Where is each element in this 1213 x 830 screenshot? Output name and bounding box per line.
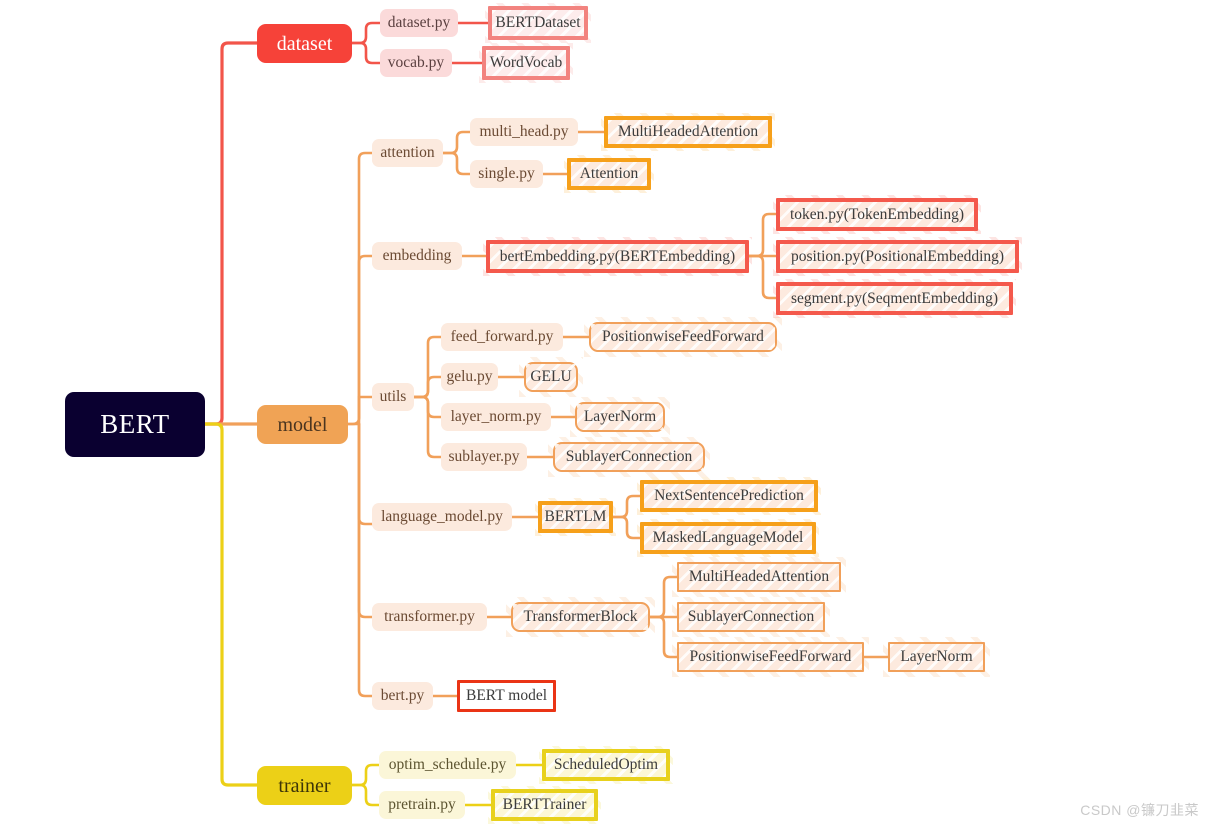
leaf-node-sublayerconnection-utils[interactable]: SublayerConnection xyxy=(548,437,710,477)
leaf-label: LayerNorm xyxy=(900,648,973,666)
mindmap-canvas: BERT dataset dataset.py BERTDataset voca… xyxy=(0,0,1213,830)
leaf-label: NextSentencePrediction xyxy=(654,487,804,505)
file-node-transformer-py[interactable]: transformer.py xyxy=(372,603,487,631)
file-label: multi_head.py xyxy=(479,123,569,141)
leaf-node-berttrainer[interactable]: BERTTrainer xyxy=(488,786,601,824)
leaf-node-gelu[interactable]: GELU xyxy=(519,357,583,397)
file-node-multi-head-py[interactable]: multi_head.py xyxy=(470,118,578,146)
leaf-node-segment-embedding[interactable]: segment.py(SeqmentEmbedding) xyxy=(773,279,1016,318)
group-label: attention xyxy=(380,144,435,162)
leaf-node-nextsentenceprediction[interactable]: NextSentencePrediction xyxy=(637,477,821,515)
leaf-node-wordvocab[interactable]: WordVocab xyxy=(479,43,573,83)
file-label: sublayer.py xyxy=(448,448,520,466)
file-node-language-model-py[interactable]: language_model.py xyxy=(372,503,512,531)
leaf-label: bertEmbedding.py(BERTEmbedding) xyxy=(499,247,736,265)
leaf-label: MultiHeadedAttention xyxy=(688,568,830,586)
leaf-label: BERTLM xyxy=(544,508,607,526)
file-node-layer-norm-py[interactable]: layer_norm.py xyxy=(441,403,551,431)
file-label: dataset.py xyxy=(387,14,451,32)
leaf-node-token-embedding[interactable]: token.py(TokenEmbedding) xyxy=(773,195,981,234)
file-label: pretrain.py xyxy=(388,796,456,814)
group-node-attention[interactable]: attention xyxy=(372,139,443,167)
branch-node-trainer[interactable]: trainer xyxy=(257,766,352,805)
leaf-node-bertembedding-py[interactable]: bertEmbedding.py(BERTEmbedding) xyxy=(483,237,752,276)
file-node-optim-schedule-py[interactable]: optim_schedule.py xyxy=(379,751,516,779)
leaf-node-layernorm-utils[interactable]: LayerNorm xyxy=(570,397,670,437)
leaf-node-positionwisefeedforward-utils[interactable]: PositionwiseFeedForward xyxy=(584,317,782,357)
leaf-node-sublayerconnection-transformer[interactable]: SublayerConnection xyxy=(672,597,830,637)
leaf-node-transformerblock[interactable]: TransformerBlock xyxy=(506,597,655,637)
branch-label-dataset: dataset xyxy=(276,32,333,55)
file-label: bert.py xyxy=(380,687,425,705)
leaf-label: PositionwiseFeedForward xyxy=(602,328,764,346)
root-label: BERT xyxy=(100,409,170,439)
leaf-label: Attention xyxy=(579,165,639,183)
file-node-single-py[interactable]: single.py xyxy=(470,160,543,188)
file-label: optim_schedule.py xyxy=(388,756,507,774)
branch-node-dataset[interactable]: dataset xyxy=(257,24,352,63)
file-node-bert-py[interactable]: bert.py xyxy=(372,682,433,710)
leaf-label: LayerNorm xyxy=(583,408,657,426)
branch-node-model[interactable]: model xyxy=(257,405,348,444)
file-label: single.py xyxy=(478,165,535,183)
leaf-label: TransformerBlock xyxy=(523,608,638,626)
leaf-label: ScheduledOptim xyxy=(553,756,659,774)
file-node-sublayer-py[interactable]: sublayer.py xyxy=(441,443,527,471)
watermark: CSDN @镰刀韭菜 xyxy=(1080,802,1199,818)
leaf-label: position.py(PositionalEmbedding) xyxy=(790,247,1005,265)
leaf-node-multiheadedattention[interactable]: MultiHeadedAttention xyxy=(601,113,775,151)
leaf-node-positionwisefeedforward-transformer[interactable]: PositionwiseFeedForward xyxy=(672,637,869,677)
leaf-label: SublayerConnection xyxy=(687,608,815,626)
leaf-label: BERT model xyxy=(465,687,548,705)
leaf-node-layernorm-transformer[interactable]: LayerNorm xyxy=(883,637,990,677)
leaf-label: WordVocab xyxy=(489,54,563,72)
file-node-vocab-py[interactable]: vocab.py xyxy=(380,49,452,77)
leaf-label: SublayerConnection xyxy=(565,448,693,466)
leaf-node-multiheadedattention-transformer[interactable]: MultiHeadedAttention xyxy=(672,557,846,597)
file-label: gelu.py xyxy=(446,368,493,386)
group-label: embedding xyxy=(382,247,452,265)
file-label: vocab.py xyxy=(387,54,445,72)
leaf-node-bert-model[interactable]: BERT model xyxy=(457,680,556,712)
leaf-node-bertlm[interactable]: BERTLM xyxy=(535,498,616,536)
file-label: feed_forward.py xyxy=(450,328,554,346)
file-label: layer_norm.py xyxy=(450,408,542,426)
root-node-bert[interactable]: BERT xyxy=(65,392,205,457)
group-label: utils xyxy=(379,388,407,406)
file-node-feed-forward-py[interactable]: feed_forward.py xyxy=(441,323,563,351)
leaf-label: token.py(TokenEmbedding) xyxy=(789,205,965,223)
leaf-node-attention[interactable]: Attention xyxy=(564,155,654,193)
leaf-node-maskedlanguagemodel[interactable]: MaskedLanguageModel xyxy=(637,519,819,557)
leaf-label: BERTTrainer xyxy=(502,796,587,814)
branch-label-trainer: trainer xyxy=(278,774,331,797)
leaf-label: MultiHeadedAttention xyxy=(617,123,759,141)
file-node-dataset-py[interactable]: dataset.py xyxy=(380,9,458,37)
file-label: language_model.py xyxy=(381,508,503,526)
leaf-node-position-embedding[interactable]: position.py(PositionalEmbedding) xyxy=(773,237,1022,276)
file-node-gelu-py[interactable]: gelu.py xyxy=(441,363,498,391)
leaf-label: BERTDataset xyxy=(495,14,581,32)
leaf-label: PositionwiseFeedForward xyxy=(689,648,852,666)
group-node-utils[interactable]: utils xyxy=(372,383,414,411)
leaf-node-scheduledoptim[interactable]: ScheduledOptim xyxy=(539,746,673,784)
leaf-node-bertdataset[interactable]: BERTDataset xyxy=(485,3,591,43)
leaf-label: segment.py(SeqmentEmbedding) xyxy=(790,289,999,307)
file-label: transformer.py xyxy=(384,608,475,626)
group-node-embedding[interactable]: embedding xyxy=(372,242,462,270)
leaf-label: MaskedLanguageModel xyxy=(652,529,804,547)
file-node-pretrain-py[interactable]: pretrain.py xyxy=(379,791,465,819)
leaf-label: GELU xyxy=(530,368,572,386)
branch-label-model: model xyxy=(277,413,328,436)
